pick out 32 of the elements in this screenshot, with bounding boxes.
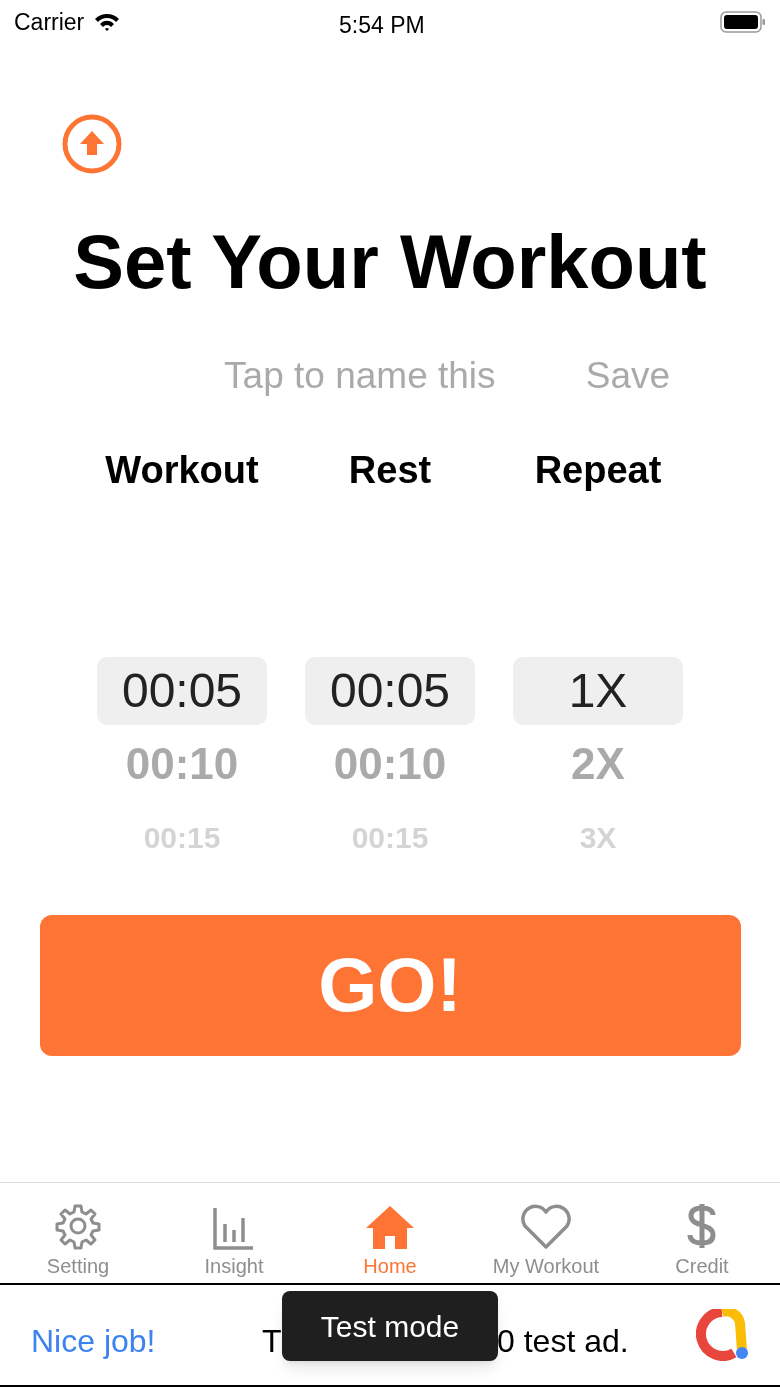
tab-bar-item[interactable]: Home — [312, 1183, 468, 1284]
battery-icon — [720, 11, 766, 33]
picker-option[interactable]: 00:10 — [333, 724, 447, 803]
page-title: Set Your Workout — [72, 224, 708, 300]
home-icon — [364, 1204, 416, 1250]
go-button[interactable]: GO! — [39, 914, 741, 1056]
carrier-label: Carrier — [14, 7, 85, 37]
column-heading: Rest — [348, 447, 432, 493]
upload-icon[interactable] — [62, 114, 122, 174]
ad-text: T — [262, 1322, 282, 1361]
column-heading: Repeat — [534, 447, 662, 493]
ad-headline[interactable]: Nice job! — [31, 1317, 156, 1365]
test-mode-toast: Test mode — [282, 1291, 498, 1361]
picker-option[interactable]: 1X — [513, 656, 683, 725]
name-field[interactable]: Tap to name this — [209, 348, 510, 404]
dollar-icon — [687, 1202, 717, 1250]
bar-chart-icon — [213, 1206, 255, 1250]
picker-option[interactable]: 2X — [571, 724, 625, 803]
wifi-icon — [94, 12, 121, 32]
settings-icon — [54, 1202, 102, 1250]
picker-option[interactable]: 00:05 — [97, 656, 267, 725]
clock-time: 5:54 PM — [339, 11, 425, 40]
save-button[interactable]: Save — [585, 348, 671, 404]
picker-option[interactable]: 00:10 — [125, 724, 239, 803]
tab-bar-item[interactable]: My Workout — [468, 1183, 624, 1284]
ad-text: 0 test ad. — [497, 1322, 629, 1361]
column-heading: Workout — [105, 447, 259, 493]
heart-icon — [519, 1204, 573, 1250]
tab-bar-item[interactable]: Setting — [0, 1183, 156, 1284]
tab-bar-item[interactable]: Insight — [156, 1183, 312, 1284]
tab-bar-item[interactable]: Credit — [624, 1183, 780, 1284]
picker-option[interactable]: 00:05 — [305, 656, 475, 725]
